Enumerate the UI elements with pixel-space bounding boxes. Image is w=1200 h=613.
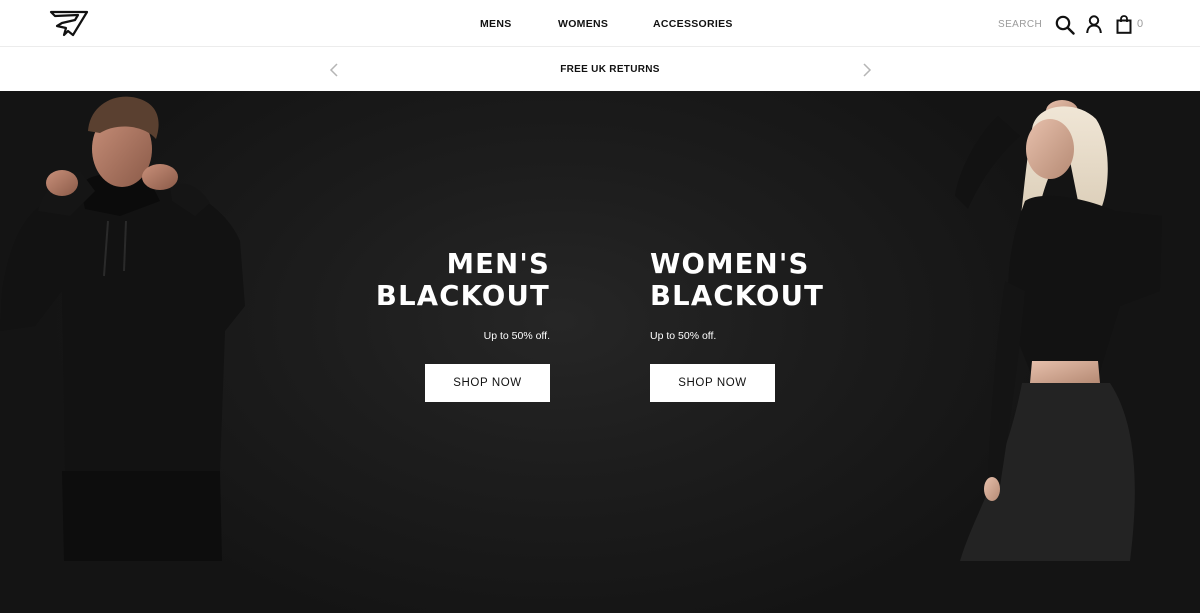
- womens-model-image: [955, 100, 1162, 561]
- mens-hero-subtitle: Up to 50% off.: [483, 330, 550, 342]
- womens-hero-title-line1: WOMEN'S: [650, 248, 810, 280]
- chevron-right-icon[interactable]: [860, 62, 874, 78]
- mens-model-image: [0, 96, 245, 561]
- womens-hero-title-line2: BLACKOUT: [650, 280, 825, 312]
- womens-shop-now-button[interactable]: SHOP NOW: [650, 364, 775, 402]
- mens-shop-now-button[interactable]: SHOP NOW: [425, 364, 550, 402]
- mens-hero-title-line1: MEN'S: [446, 248, 550, 280]
- nav-womens[interactable]: WOMENS: [558, 18, 608, 30]
- search-input[interactable]: SEARCH: [998, 19, 1042, 30]
- nav-accessories[interactable]: ACCESSORIES: [653, 18, 733, 30]
- womens-hero-subtitle: Up to 50% off.: [650, 330, 717, 342]
- hero-banner: MEN'S BLACKOUT Up to 50% off. SHOP NOW W…: [0, 91, 1200, 613]
- bag-count: 0: [1137, 18, 1144, 30]
- mens-hero-title: MEN'S BLACKOUT: [330, 248, 550, 312]
- shopping-bag-icon[interactable]: [1116, 15, 1132, 34]
- womens-hero-title: WOMEN'S BLACKOUT: [650, 248, 890, 312]
- search-icon[interactable]: [1055, 15, 1075, 35]
- promo-banner: FREE UK RETURNS: [0, 48, 1200, 91]
- mens-hero-title-line2: BLACKOUT: [375, 280, 550, 312]
- promo-text: FREE UK RETURNS: [560, 64, 660, 75]
- gymshark-logo-icon[interactable]: [49, 9, 89, 39]
- nav-mens[interactable]: MENS: [480, 18, 512, 30]
- site-header: MENS WOMENS ACCESSORIES SEARCH 0: [0, 0, 1200, 47]
- user-icon[interactable]: [1086, 15, 1102, 34]
